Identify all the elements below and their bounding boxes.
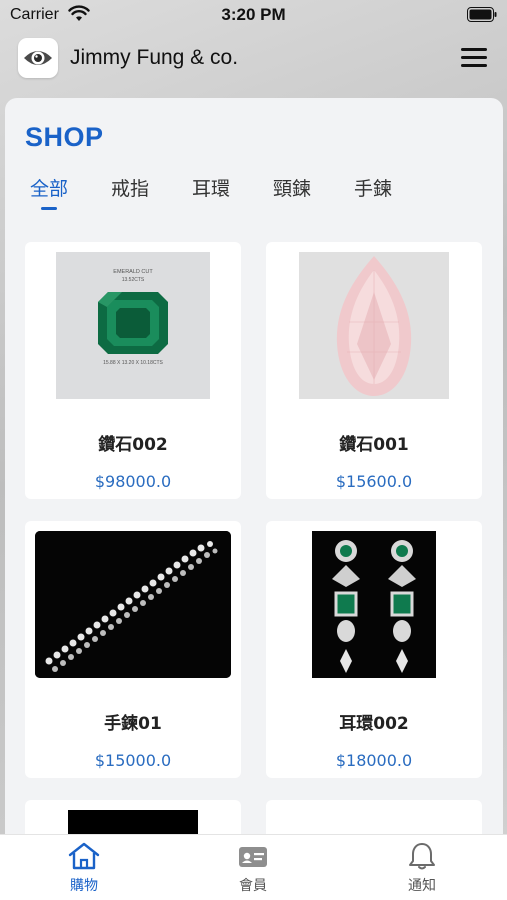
brand-name: Jimmy Fung & co. bbox=[70, 46, 239, 69]
tab-necklaces[interactable]: 頸鍊 bbox=[273, 174, 311, 201]
status-time: 3:20 PM bbox=[221, 5, 286, 24]
diamond-bracelet-image bbox=[35, 531, 231, 678]
tab-all[interactable]: 全部 bbox=[30, 174, 68, 201]
bottom-nav: 購物 會員 通知 bbox=[0, 834, 507, 900]
nav-label: 通知 bbox=[408, 878, 436, 894]
nav-label: 購物 bbox=[70, 878, 98, 894]
product-card[interactable]: 手鍊01 $15000.0 bbox=[25, 521, 241, 778]
product-price: $15000.0 bbox=[94, 751, 172, 770]
product-name: 耳環002 bbox=[339, 714, 409, 734]
product-name: 手鍊01 bbox=[104, 714, 162, 734]
status-bar: Carrier 3:20 PM bbox=[0, 0, 507, 30]
product-card[interactable]: 鑽石001 $15600.0 bbox=[266, 242, 482, 499]
member-card-icon bbox=[239, 847, 267, 867]
tab-bracelets[interactable]: 手鍊 bbox=[354, 174, 392, 201]
hamburger-menu-button[interactable] bbox=[461, 48, 487, 68]
shop-panel: SHOP 全部 戒指 耳環 頸鍊 手鍊 EMERALD CUT 13.52CTS… bbox=[5, 98, 503, 858]
image-caption-top: EMERALD CUT bbox=[113, 269, 153, 275]
product-name: 鑽石001 bbox=[339, 435, 409, 455]
nav-label: 會員 bbox=[239, 878, 267, 894]
bell-icon bbox=[409, 843, 435, 870]
emerald-gem-image: EMERALD CUT 13.52CTS 15.88 X 13.20 X 10.… bbox=[56, 252, 210, 399]
eye-logo-icon bbox=[24, 51, 52, 65]
product-price: $98000.0 bbox=[94, 472, 172, 491]
product-card[interactable]: EMERALD CUT 13.52CTS 15.88 X 13.20 X 10.… bbox=[25, 242, 241, 499]
product-price: $15600.0 bbox=[335, 472, 413, 491]
tab-rings[interactable]: 戒指 bbox=[111, 174, 149, 201]
emerald-earrings-image bbox=[312, 531, 436, 678]
product-price: $18000.0 bbox=[335, 751, 413, 770]
brand-logo[interactable] bbox=[18, 38, 58, 78]
nav-notifications[interactable]: 通知 bbox=[362, 841, 482, 899]
nav-shop[interactable]: 購物 bbox=[24, 841, 144, 899]
category-tabs: 全部 戒指 耳環 頸鍊 手鍊 bbox=[5, 170, 503, 214]
tab-earrings[interactable]: 耳環 bbox=[192, 174, 230, 201]
menu-line bbox=[461, 56, 487, 59]
pink-diamond-image bbox=[299, 252, 449, 399]
menu-line bbox=[461, 48, 487, 51]
app-header: Jimmy Fung & co. bbox=[0, 30, 507, 90]
shop-title: SHOP bbox=[25, 122, 104, 152]
home-icon bbox=[68, 842, 100, 870]
product-name: 鑽石002 bbox=[98, 435, 168, 455]
image-caption-bottom: 15.88 X 13.20 X 10.18CTS bbox=[103, 360, 163, 366]
nav-member[interactable]: 會員 bbox=[193, 841, 313, 899]
menu-line bbox=[461, 64, 487, 67]
product-card[interactable]: 耳環002 $18000.0 bbox=[266, 521, 482, 778]
battery-icon bbox=[467, 7, 497, 22]
active-tab-indicator bbox=[41, 207, 57, 210]
image-caption-weight: 13.52CTS bbox=[122, 277, 145, 283]
